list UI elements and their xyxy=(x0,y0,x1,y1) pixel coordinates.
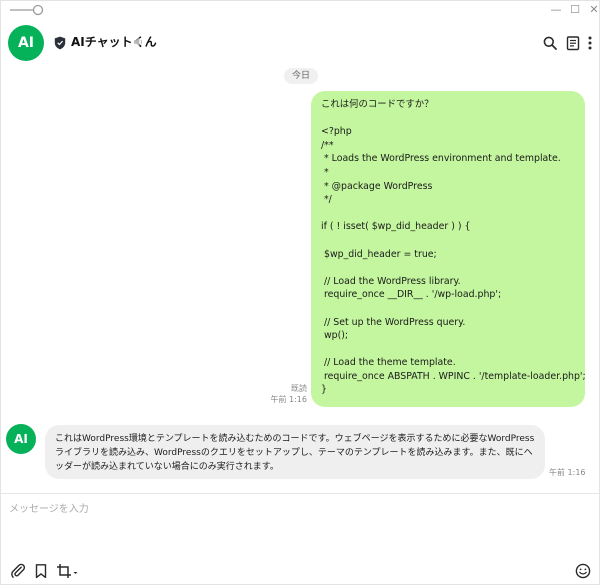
code-line: <?php xyxy=(321,126,352,138)
more-icon[interactable] xyxy=(585,35,595,51)
message-time: 午前 1:16 xyxy=(270,395,307,404)
chat-header: AI AIチャットくん xyxy=(1,23,599,65)
paperclip-icon[interactable] xyxy=(10,563,26,579)
code-line: } xyxy=(321,384,327,396)
crop-icon[interactable] xyxy=(56,563,78,579)
bookmark-icon[interactable] xyxy=(33,563,49,579)
incoming-message-text: これはWordPress環境とテンプレートを読み込むためのコードです。ウェブペー… xyxy=(55,434,535,472)
emoji-icon[interactable] xyxy=(575,563,591,579)
code-line: * @package WordPress xyxy=(321,180,433,192)
code-line: * xyxy=(321,166,329,178)
code-line: require_once ABSPATH . WPINC . '/templat… xyxy=(321,370,585,382)
code-line: require_once __DIR__ . '/wp-load.php'; xyxy=(321,289,502,301)
minimize-button[interactable]: — xyxy=(548,3,564,17)
chat-window: — ☐ ✕ AI AIチャットくん 今日 これは何のコードですか？ <?php … xyxy=(0,0,600,585)
code-line: // Load the theme template. xyxy=(321,357,456,369)
date-separator: 今日 xyxy=(284,68,318,84)
code-line: // Load the WordPress library. xyxy=(321,275,461,287)
outgoing-message-bubble[interactable]: これは何のコードですか？ <?php/** * Loads the WordPre… xyxy=(311,91,585,407)
incoming-message-bubble[interactable]: これはWordPress環境とテンプレートを読み込むためのコードです。ウェブペー… xyxy=(45,425,545,479)
maximize-button[interactable]: ☐ xyxy=(567,3,583,17)
mute-icon xyxy=(134,37,143,47)
chat-avatar[interactable]: AI xyxy=(8,25,44,61)
sender-avatar[interactable]: AI xyxy=(6,424,36,454)
note-icon[interactable] xyxy=(565,35,581,51)
code-line: if ( ! isset( $wp_did_header ) ) { xyxy=(321,221,471,233)
code-line: wp(); xyxy=(321,330,349,342)
close-button[interactable]: ✕ xyxy=(586,3,600,17)
code-line: $wp_did_header = true; xyxy=(321,248,437,260)
pin-icon[interactable] xyxy=(9,3,45,17)
message-time: 午前 1:16 xyxy=(549,468,586,477)
code-line: /** xyxy=(321,139,334,151)
code-line: // Set up the WordPress query. xyxy=(321,316,466,328)
title-bar: — ☐ ✕ xyxy=(1,1,599,21)
outgoing-message-meta: 既読 午前 1:16 xyxy=(263,383,307,405)
message-input[interactable] xyxy=(7,501,593,551)
code-line: * Loads the WordPress environment and te… xyxy=(321,153,561,165)
composer-divider xyxy=(1,493,599,494)
shield-icon xyxy=(54,36,66,50)
search-icon[interactable] xyxy=(542,35,558,51)
code-line: */ xyxy=(321,194,332,206)
outgoing-message-text: これは何のコードですか？ xyxy=(321,99,434,110)
read-receipt: 既読 xyxy=(291,384,307,393)
